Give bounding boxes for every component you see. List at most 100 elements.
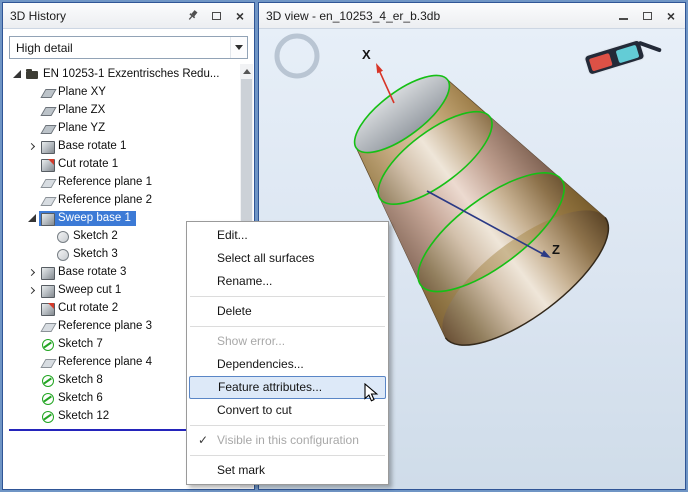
menu-item-convert-to-cut[interactable]: Convert to cut (189, 399, 386, 422)
sketch-green-icon (41, 410, 54, 423)
expand-chevron-icon[interactable] (24, 286, 39, 294)
solid-icon (41, 140, 55, 154)
cut-icon (41, 158, 55, 172)
collapse-chevron-icon[interactable] (24, 214, 39, 222)
history-titlebar[interactable]: 3D History × (3, 3, 254, 29)
solid-icon (41, 266, 55, 280)
menu-item-label: Select all surfaces (217, 251, 315, 265)
tree-item-label: Sweep cut 1 (58, 284, 122, 296)
expand-chevron-icon[interactable] (24, 268, 39, 276)
maximize-icon[interactable] (209, 9, 223, 23)
tree-item-label: Sketch 3 (73, 248, 118, 260)
tree-item-plane-zx[interactable]: Plane ZX (5, 101, 239, 119)
tree-item-base-rotate-1[interactable]: Base rotate 1 (5, 137, 239, 155)
tree-item-label: Sketch 7 (58, 338, 103, 350)
menu-item-label: Dependencies... (217, 357, 304, 371)
3d-view-title: 3D view - en_10253_4_er_b.3db (266, 8, 441, 23)
tree-item-plane-yz[interactable]: Plane YZ (5, 119, 239, 137)
close-icon[interactable]: × (233, 9, 247, 23)
tree-item-label: Base rotate 1 (58, 140, 127, 152)
plane-icon (41, 122, 54, 135)
menu-item-delete[interactable]: Delete (189, 300, 386, 323)
pin-icon-glyph (188, 10, 197, 20)
chevron-down-icon (235, 45, 243, 50)
menu-item-label: Delete (217, 304, 252, 318)
menu-item-dependencies[interactable]: Dependencies... (189, 353, 386, 376)
stereo-glasses-icon[interactable] (584, 35, 662, 76)
detail-level-dropdown[interactable]: High detail (9, 36, 248, 59)
menu-item-set-mark[interactable]: Set mark (189, 459, 386, 482)
tree-item-label: EN 10253-1 Exzentrisches Redu... (43, 68, 220, 80)
solid-icon (41, 212, 55, 226)
3d-view-titlebar[interactable]: 3D view - en_10253_4_er_b.3db × (259, 3, 685, 29)
menu-item-label: Show error... (217, 334, 286, 348)
collapse-chevron-icon[interactable] (9, 70, 24, 78)
orbit-ring-icon[interactable] (274, 33, 320, 79)
tree-item-label: Sketch 8 (58, 374, 103, 386)
tree-item-label: Plane XY (58, 86, 106, 98)
sketch-green-icon (41, 338, 54, 351)
menu-separator (190, 455, 385, 456)
checkmark-icon: ✓ (198, 433, 209, 447)
menu-item-visible-in-this-configuration: ✓ Visible in this configuration (189, 429, 386, 452)
close-icon[interactable]: × (664, 9, 678, 23)
menu-item-label: Feature attributes... (218, 380, 323, 394)
tree-item-label: Sketch 2 (73, 230, 118, 242)
menu-separator (190, 296, 385, 297)
sketch-gray-icon (56, 230, 69, 243)
scrollbar-thumb[interactable] (241, 79, 252, 244)
menu-item-feature-attributes[interactable]: Feature attributes... (189, 376, 386, 399)
minimize-icon[interactable] (616, 9, 630, 23)
tree-item-reference-plane-1[interactable]: Reference plane 1 (5, 173, 239, 191)
sketch-gray-icon (56, 248, 69, 261)
tree-item-label: Reference plane 1 (58, 176, 152, 188)
menu-separator (190, 326, 385, 327)
scroll-up-icon[interactable] (240, 64, 253, 78)
detail-level-value: High detail (16, 41, 73, 55)
tree-item-label: Cut rotate 2 (58, 302, 119, 314)
menu-item-show-error: Show error... (189, 330, 386, 353)
tree-item-cut-rotate-1[interactable]: Cut rotate 1 (5, 155, 239, 173)
folder-icon (26, 68, 39, 81)
tree-item-label: Reference plane 4 (58, 356, 152, 368)
tree-item-plane-xy[interactable]: Plane XY (5, 83, 239, 101)
pin-icon[interactable] (185, 9, 199, 23)
expand-chevron-icon[interactable] (24, 142, 39, 150)
tree-item-label: Sketch 6 (58, 392, 103, 404)
sketch-green-icon (41, 392, 54, 405)
solid-icon (41, 284, 55, 298)
x-axis-arrow (376, 63, 395, 104)
menu-item-label: Rename... (217, 274, 273, 288)
tree-item-label: Plane YZ (58, 122, 106, 134)
refplane-icon (41, 320, 54, 333)
refplane-icon (41, 176, 54, 189)
plane-icon (41, 104, 54, 117)
menu-item-edit[interactable]: Edit... (189, 224, 386, 247)
refplane-icon (41, 194, 54, 207)
menu-item-label: Visible in this configuration (217, 433, 359, 447)
maximize-icon[interactable] (640, 9, 654, 23)
tree-item-reference-plane-2[interactable]: Reference plane 2 (5, 191, 239, 209)
history-panel-title: 3D History (10, 8, 67, 23)
refplane-icon (41, 356, 54, 369)
tree-item-label: Cut rotate 1 (58, 158, 119, 170)
tree-item-label: Reference plane 3 (58, 320, 152, 332)
menu-item-label: Convert to cut (217, 403, 292, 417)
tree-item-label: Sketch 12 (58, 410, 110, 422)
tree-item-label: Reference plane 2 (58, 194, 152, 206)
context-menu: Edit... Select all surfaces Rename... Delet… (186, 221, 389, 485)
x-axis-label: X (362, 47, 371, 62)
mouse-cursor (364, 383, 379, 402)
dropdown-arrow-button[interactable] (230, 37, 247, 58)
menu-item-rename[interactable]: Rename... (189, 270, 386, 293)
tree-item-label: Plane ZX (58, 104, 106, 116)
tree-item-label: Sweep base 1 (58, 212, 131, 224)
menu-item-label: Set mark (217, 463, 266, 477)
menu-separator (190, 425, 385, 426)
sketch-green-icon (41, 374, 54, 387)
z-axis-label: Z (552, 242, 560, 257)
menu-item-select-all-surfaces[interactable]: Select all surfaces (189, 247, 386, 270)
tree-item-label: Base rotate 3 (58, 266, 127, 278)
menu-item-label: Edit... (217, 228, 248, 242)
tree-item-en-10253-1-exzentrisches-redu[interactable]: EN 10253-1 Exzentrisches Redu... (5, 65, 239, 83)
